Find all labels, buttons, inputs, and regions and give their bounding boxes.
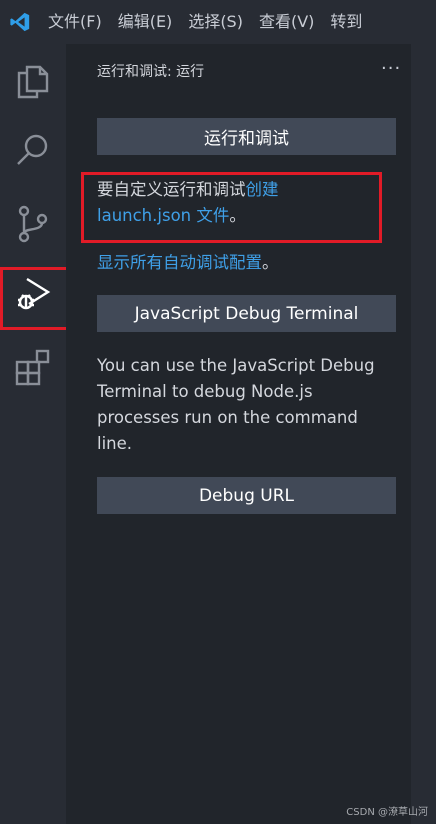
more-actions-icon[interactable]: ···: [381, 60, 405, 80]
sidebar-title: 运行和调试: 运行: [97, 64, 205, 80]
activity-bar: [0, 44, 66, 824]
create-link[interactable]: 创建: [246, 180, 279, 199]
search-icon[interactable]: [0, 120, 66, 180]
menu-bar: 文件(F) 编辑(E) 选择(S) 查看(V) 转到: [0, 0, 436, 44]
explorer-icon[interactable]: [0, 52, 66, 112]
launch-json-link[interactable]: launch.json 文件: [97, 206, 229, 225]
show-all-period: 。: [262, 253, 279, 272]
vscode-logo-icon: [0, 0, 40, 44]
menu-edit[interactable]: 编辑(E): [110, 0, 181, 44]
editor-area: [411, 44, 436, 824]
show-all-configs: 显示所有自动调试配置。: [97, 250, 387, 276]
watermark: CSDN @潦草山河: [346, 807, 428, 818]
customize-text: 要自定义运行和调试创建 launch.json 文件。: [97, 177, 387, 229]
customize-label: 要自定义运行和调试: [97, 180, 246, 199]
source-control-icon[interactable]: [0, 194, 66, 254]
run-and-debug-button[interactable]: 运行和调试: [97, 118, 396, 155]
period-text: 。: [229, 206, 246, 225]
menu-view[interactable]: 查看(V): [251, 0, 322, 44]
extensions-icon[interactable]: [0, 338, 66, 398]
debug-url-button[interactable]: Debug URL: [97, 477, 396, 514]
show-all-configs-link[interactable]: 显示所有自动调试配置: [97, 253, 262, 272]
js-debug-terminal-button[interactable]: JavaScript Debug Terminal: [97, 295, 396, 332]
run-debug-icon[interactable]: [0, 264, 66, 324]
menu-selection[interactable]: 选择(S): [180, 0, 251, 44]
vscode-window: 文件(F) 编辑(E) 选择(S) 查看(V) 转到 运行和调试: 运行 ···…: [0, 0, 436, 824]
menu-go[interactable]: 转到: [322, 0, 370, 44]
js-terminal-description: You can use the JavaScript Debug Termina…: [97, 356, 375, 453]
menu-file[interactable]: 文件(F): [40, 0, 110, 44]
